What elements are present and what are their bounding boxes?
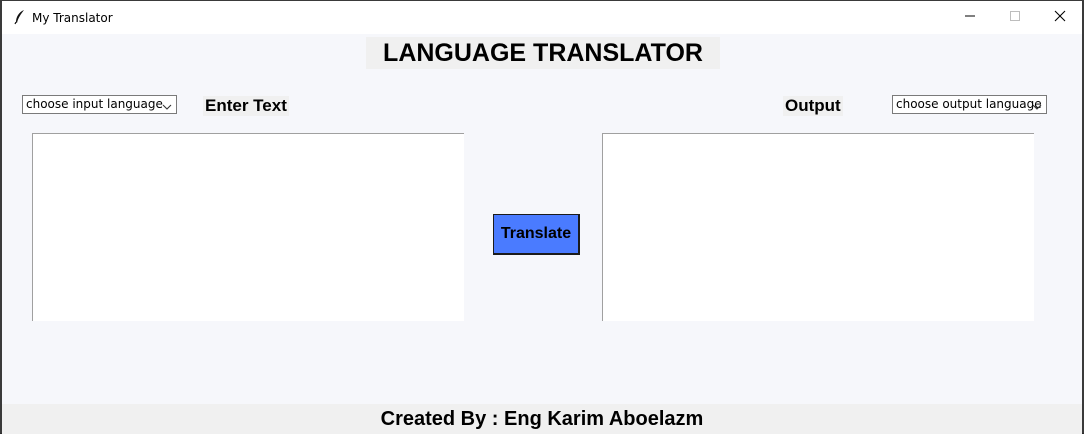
close-button[interactable] <box>1037 1 1083 34</box>
input-language-select[interactable]: choose input language <box>22 95 177 114</box>
minimize-icon <box>964 9 976 27</box>
chevron-down-icon <box>1032 100 1042 110</box>
translate-button[interactable]: Translate <box>493 214 580 255</box>
close-icon <box>1054 9 1066 27</box>
minimize-button[interactable] <box>947 1 993 34</box>
input-text-area[interactable] <box>32 133 464 321</box>
title-bar[interactable]: My Translator <box>2 1 1082 34</box>
input-label: Enter Text <box>203 96 289 116</box>
input-language-value: choose input language <box>26 97 163 111</box>
maximize-icon <box>1009 9 1021 27</box>
window-title: My Translator <box>32 11 113 25</box>
output-language-select[interactable]: choose output language <box>892 95 1047 114</box>
page-title: LANGUAGE TRANSLATOR <box>366 37 720 69</box>
translator-window: My Translator LANGUAGE TRANSLATOR choose… <box>0 0 1084 434</box>
maximize-button[interactable] <box>992 1 1038 34</box>
output-label: Output <box>783 96 843 116</box>
feather-icon <box>12 9 28 25</box>
output-text-area[interactable] <box>602 133 1034 321</box>
output-language-value: choose output language <box>896 97 1042 111</box>
footer-credit: Created By : Eng Karim Aboelazm <box>2 404 1082 434</box>
chevron-down-icon <box>162 100 172 110</box>
